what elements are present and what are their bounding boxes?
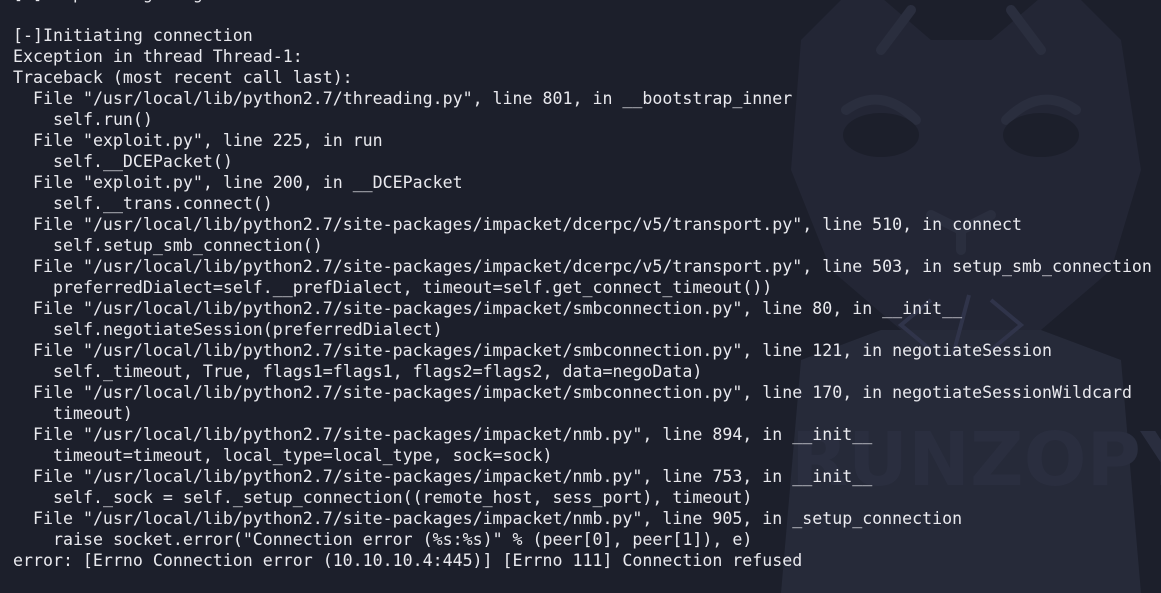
terminal-line: Exception in thread Thread-1: (13, 47, 303, 66)
terminal-line: File "/usr/local/lib/python2.7/site-pack… (33, 425, 873, 444)
terminal-line: self._timeout, True, flags1=flags1, flag… (53, 362, 703, 381)
terminal-line: error: [Errno Connection error (10.10.10… (13, 551, 803, 570)
terminal-line: File "/usr/local/lib/python2.7/site-pack… (33, 215, 1023, 234)
terminal-line: File "/usr/local/lib/python2.7/site-pack… (33, 467, 873, 486)
terminal-line: File "/usr/local/lib/python2.7/site-pack… (33, 257, 1152, 276)
terminal-line: self.__DCEPacket() (53, 152, 233, 171)
terminal-line: File "/usr/local/lib/python2.7/site-pack… (33, 341, 1053, 360)
terminal-line: File "/usr/local/lib/python2.7/site-pack… (33, 383, 1132, 402)
terminal-line: File "exploit.py", line 225, in run (33, 131, 383, 150)
terminal-line: File "/usr/local/lib/python2.7/site-pack… (33, 509, 963, 528)
terminal-line: Traceback (most recent call last): (13, 68, 353, 87)
terminal-line: self.run() (53, 110, 153, 129)
terminal-line: File "/usr/local/lib/python2.7/threading… (33, 89, 793, 108)
terminal-line: self.__trans.connect() (53, 194, 273, 213)
terminal-line: timeout=timeout, local_type=local_type, … (53, 446, 553, 465)
terminal-line: preferredDialect=self.__prefDialect, tim… (53, 278, 773, 297)
terminal-line: self.setup_smb_connection() (53, 236, 323, 255)
terminal-line: File "/usr/local/lib/python2.7/site-pack… (33, 299, 963, 318)
terminal-line: raise socket.error("Connection error (%s… (53, 530, 753, 549)
terminal-line: self._sock = self._setup_connection((rem… (53, 488, 753, 507)
terminal-window[interactable]: RUNZOPY [*] Exploiting target: 10.10.10.… (0, 0, 1161, 593)
terminal-line: self.negotiateSession(preferredDialect) (53, 320, 443, 339)
terminal-line: [-]Initiating connection (13, 26, 253, 45)
terminal-line: File "exploit.py", line 200, in __DCEPac… (33, 173, 463, 192)
terminal-output[interactable]: [*] Exploiting target: 10.10.10.4[-]Init… (13, 0, 1152, 571)
terminal-line: timeout) (53, 404, 133, 423)
